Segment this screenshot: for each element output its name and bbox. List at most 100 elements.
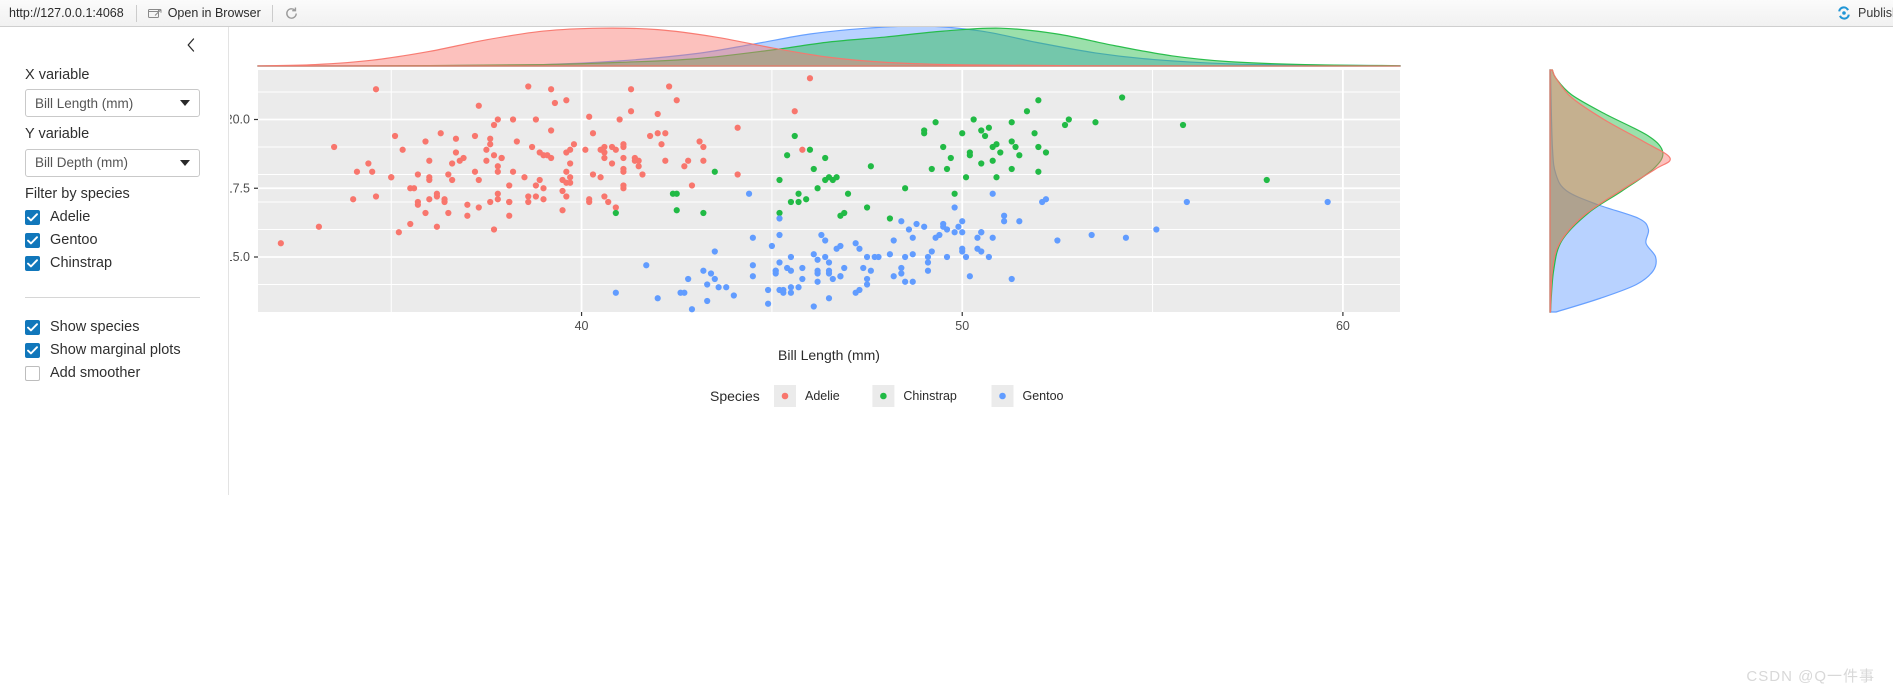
data-point — [509, 168, 517, 175]
publish-icon — [1836, 5, 1852, 21]
data-point — [681, 163, 688, 170]
data-point — [978, 127, 985, 134]
data-point — [1324, 198, 1331, 206]
data-point — [806, 75, 814, 82]
chevron-left-icon[interactable] — [182, 36, 200, 54]
data-point — [426, 157, 433, 164]
data-point — [601, 154, 608, 162]
data-point — [563, 97, 570, 104]
data-point — [608, 143, 616, 151]
open-in-browser-button[interactable]: Open in Browser — [139, 4, 270, 22]
data-point — [509, 116, 517, 123]
data-point — [863, 204, 871, 211]
data-point — [395, 229, 402, 236]
data-point — [822, 176, 829, 184]
data-point — [643, 262, 650, 269]
data-point — [1023, 108, 1031, 115]
data-point — [456, 157, 463, 164]
data-point — [635, 157, 642, 164]
data-point — [666, 83, 673, 90]
data-point — [494, 196, 501, 203]
data-point — [494, 116, 501, 123]
toolbar-divider — [135, 4, 137, 22]
right-marginal-density — [1549, 69, 1671, 313]
data-point — [1035, 143, 1042, 151]
data-point — [776, 231, 783, 239]
data-point — [445, 171, 452, 178]
data-point — [601, 143, 608, 151]
data-point — [1001, 212, 1008, 219]
data-point — [822, 253, 829, 261]
sidebar-divider — [25, 296, 200, 298]
data-point — [784, 152, 791, 159]
sidebar: X variable Bill Length (mm) Y variable B… — [0, 27, 229, 700]
open-in-browser-label: Open in Browser — [167, 6, 261, 20]
data-point — [662, 130, 669, 137]
data-point — [350, 196, 357, 203]
data-point — [921, 223, 928, 230]
y-variable-select[interactable]: Bill Depth (mm) — [25, 148, 200, 177]
legend-label: Gentoo — [1023, 389, 1064, 403]
refresh-button[interactable] — [275, 4, 308, 23]
data-point — [498, 154, 505, 162]
data-point — [700, 209, 707, 217]
chevron-down-icon — [180, 159, 190, 166]
data-point — [959, 245, 966, 252]
option-checkbox-show-species[interactable]: Show species — [25, 316, 200, 339]
x-variable-select[interactable]: Bill Length (mm) — [25, 89, 200, 118]
data-point — [536, 176, 543, 184]
data-point — [353, 168, 361, 175]
data-point — [962, 253, 970, 261]
data-point — [532, 116, 539, 123]
x-axis-title: Bill Length (mm) — [778, 347, 880, 363]
data-point — [799, 275, 806, 283]
data-point — [852, 240, 859, 247]
option-checkbox-add-smoother[interactable]: Add smoother — [25, 362, 200, 385]
checkbox-box — [25, 342, 40, 358]
data-point — [449, 160, 456, 167]
option-checkbox-show-marginal-plots[interactable]: Show marginal plots — [25, 339, 200, 362]
species-label: Gentoo — [50, 232, 98, 249]
data-point — [734, 171, 741, 178]
top-toolbar: http://127.0.0.1:4068 Open in Browser Pu… — [0, 0, 1893, 27]
data-point — [331, 143, 338, 151]
data-point — [989, 234, 996, 241]
data-point — [924, 253, 932, 261]
data-point — [871, 253, 878, 261]
data-point — [799, 264, 806, 272]
data-point — [943, 165, 951, 173]
data-point — [814, 185, 821, 192]
data-point — [863, 275, 871, 283]
publish-button[interactable]: Publish — [1836, 5, 1893, 21]
data-point — [696, 138, 703, 145]
chevron-down-icon — [180, 100, 190, 107]
data-point — [688, 182, 696, 189]
checkbox-box — [25, 319, 40, 335]
data-point — [627, 108, 635, 115]
species-checkbox-adelie[interactable]: Adelie — [25, 206, 200, 229]
data-point — [951, 190, 958, 197]
data-point — [471, 132, 479, 140]
data-point — [673, 190, 680, 197]
data-point — [407, 220, 414, 228]
data-point — [814, 270, 821, 277]
data-point — [955, 223, 962, 230]
species-checkbox-chinstrap[interactable]: Chinstrap — [25, 252, 200, 275]
data-point — [749, 262, 756, 269]
data-point — [567, 179, 574, 186]
chart-legend: Species Adelie Chinstrap Gentoo — [710, 385, 1064, 407]
data-point — [822, 237, 829, 244]
data-point — [681, 289, 688, 296]
species-checkbox-gentoo[interactable]: Gentoo — [25, 229, 200, 252]
data-point — [464, 212, 471, 219]
data-point — [483, 146, 490, 153]
legend-title: Species — [710, 388, 760, 404]
option-label: Show marginal plots — [50, 342, 181, 359]
data-point — [654, 130, 661, 137]
data-point — [928, 165, 935, 173]
data-point — [399, 146, 406, 153]
data-point — [970, 116, 977, 123]
data-point — [1016, 218, 1023, 225]
data-point — [597, 174, 604, 181]
filter-by-species-title: Filter by species — [25, 185, 130, 202]
